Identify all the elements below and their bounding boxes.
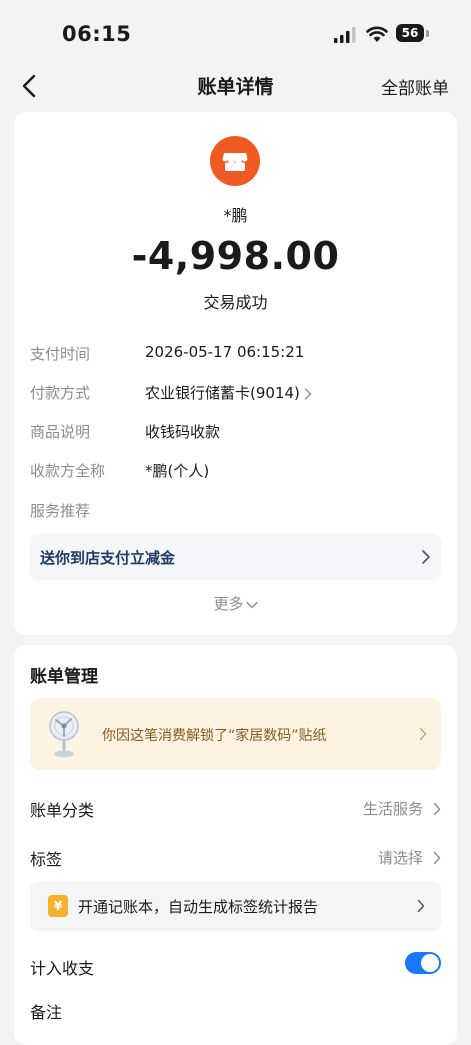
fan-icon: [49, 711, 79, 758]
chevron-right-icon: [304, 387, 312, 400]
detail-row-payment-method[interactable]: 付款方式 农业银行储蓄卡(9014): [30, 382, 450, 406]
include-toggle[interactable]: [405, 952, 441, 974]
ledger-icon: ¥: [48, 895, 68, 917]
detail-label: 付款方式: [30, 384, 91, 402]
battery-level: 56: [396, 24, 424, 42]
transaction-card: *鹏 -4,998.00 交易成功 支付时间 2026-05-17 06:15:…: [14, 112, 457, 635]
bill-category-value[interactable]: 生活服务: [363, 798, 423, 819]
chevron-right-icon: [419, 727, 427, 741]
wifi-icon: [366, 26, 388, 42]
more-label[interactable]: 更多: [213, 595, 243, 613]
detail-value-wrap[interactable]: 农业银行储蓄卡(9014): [145, 382, 312, 403]
toggle-knob: [421, 954, 439, 972]
status-time: 06:15: [62, 22, 132, 46]
sticker-text[interactable]: 你因这笔消费解锁了“家居数码”贴纸: [102, 725, 327, 745]
detail-label: 商品说明: [30, 423, 91, 441]
tag-select[interactable]: 请选择: [378, 847, 423, 868]
signal-icon: [334, 27, 356, 43]
include-income-expense-row: 计入收支: [30, 952, 441, 981]
tag-row[interactable]: 标签 请选择: [30, 846, 441, 872]
chevron-right-icon: [422, 550, 430, 564]
note-label: 备注: [30, 1003, 63, 1022]
transaction-amount: -4,998.00: [131, 234, 340, 278]
detail-label: 收款方全称: [30, 462, 106, 480]
chevron-right-icon: [433, 851, 441, 865]
promo-text[interactable]: 送你到店支付立减金: [40, 547, 175, 568]
section-title: 账单管理: [30, 667, 98, 687]
chevron-right-icon: [417, 899, 425, 913]
promo-banner[interactable]: 送你到店支付立减金: [30, 534, 441, 580]
bill-category-label: 账单分类: [30, 801, 95, 820]
detail-row-payee-full-name: 收款方全称 *鹏(个人): [30, 460, 450, 484]
sticker-banner[interactable]: 你因这笔消费解锁了“家居数码”贴纸: [30, 698, 441, 770]
all-bills-button[interactable]: 全部账单: [381, 74, 449, 99]
more-button[interactable]: 更多: [14, 593, 457, 614]
include-label: 计入收支: [30, 959, 95, 978]
note-row[interactable]: 备注: [30, 999, 441, 1025]
shop-icon: [210, 136, 260, 186]
detail-label: 支付时间: [30, 345, 91, 363]
transaction-status: 交易成功: [203, 293, 268, 312]
ledger-banner[interactable]: ¥ 开通记账本，自动生成标签统计报告: [30, 881, 441, 931]
detail-row-description: 商品说明 收钱码收款: [30, 421, 450, 445]
detail-row-service-recommend: 服务推荐: [30, 500, 450, 524]
battery-icon: 56: [396, 24, 430, 44]
tag-label: 标签: [30, 850, 63, 869]
chevron-right-icon: [433, 802, 441, 816]
detail-value: *鹏(个人): [145, 462, 210, 480]
detail-row-pay-time: 支付时间 2026-05-17 06:15:21: [30, 343, 450, 367]
detail-value: 2026-05-17 06:15:21: [145, 343, 305, 361]
detail-label: 服务推荐: [30, 502, 91, 520]
bill-category-row[interactable]: 账单分类 生活服务: [30, 797, 441, 823]
payment-method-value[interactable]: 农业银行储蓄卡(9014): [145, 384, 300, 402]
chevron-down-icon: [245, 601, 258, 608]
detail-value: 收钱码收款: [145, 423, 221, 441]
nav-bar: 账单详情 全部账单: [0, 64, 471, 108]
bill-management-card: 账单管理 你因这笔消费解锁了“家居数码”贴纸 账单分类 生活服务 标签 请选择 …: [14, 645, 457, 1045]
ledger-text[interactable]: 开通记账本，自动生成标签统计报告: [78, 896, 318, 917]
payee-name: *鹏: [223, 206, 248, 225]
status-bar: 06:15 56: [0, 0, 471, 64]
